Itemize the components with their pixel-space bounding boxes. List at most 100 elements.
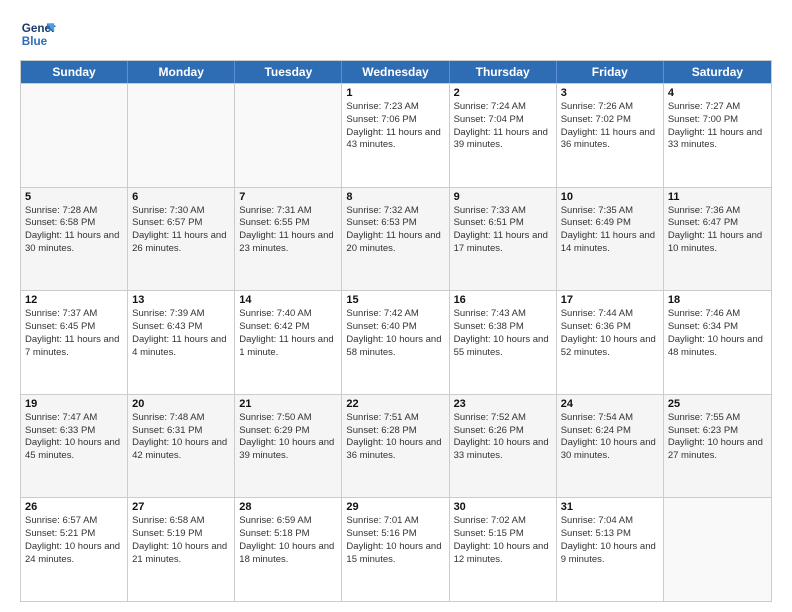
cell-content: Sunrise: 7:54 AM Sunset: 6:24 PM Dayligh… — [561, 412, 659, 463]
calendar-cell-day-17: 17Sunrise: 7:44 AM Sunset: 6:36 PM Dayli… — [557, 291, 664, 394]
cell-content: Sunrise: 6:59 AM Sunset: 5:18 PM Dayligh… — [239, 515, 337, 566]
cell-content: Sunrise: 7:23 AM Sunset: 7:06 PM Dayligh… — [346, 101, 444, 152]
calendar-cell-day-29: 29 Sunrise: 7:01 AM Sunset: 5:16 PM Dayli… — [342, 498, 449, 601]
day-number: 15 — [346, 294, 444, 306]
day-number: 4 — [668, 87, 767, 99]
day-number: 31 — [561, 501, 659, 513]
cell-content: Sunrise: 6:58 AM Sunset: 5:19 PM Dayligh… — [132, 515, 230, 566]
calendar-cell-day-1: 1Sunrise: 7:23 AM Sunset: 7:06 PM Daylig… — [342, 84, 449, 187]
cell-content: Sunrise: 7:33 AM Sunset: 6:51 PM Dayligh… — [454, 205, 552, 256]
weekday-header: Wednesday — [342, 61, 449, 83]
calendar-cell-day-6: 6Sunrise: 7:30 AM Sunset: 6:57 PM Daylig… — [128, 188, 235, 291]
calendar-cell-day-3: 3 Sunrise: 7:26 AM Sunset: 7:02 PM Daylig… — [557, 84, 664, 187]
cell-content: Sunrise: 7:27 AM Sunset: 7:00 PM Dayligh… — [668, 101, 767, 152]
calendar-cell-day-22: 22 Sunrise: 7:51 AM Sunset: 6:28 PM Dayli… — [342, 395, 449, 498]
cell-content: Sunrise: 7:28 AM Sunset: 6:58 PM Dayligh… — [25, 205, 123, 256]
cell-content: Sunrise: 7:36 AM Sunset: 6:47 PM Dayligh… — [668, 205, 767, 256]
day-number: 26 — [25, 501, 123, 513]
weekday-header: Monday — [128, 61, 235, 83]
calendar-cell-day-8: 8 Sunrise: 7:32 AM Sunset: 6:53 PM Daylig… — [342, 188, 449, 291]
calendar-cell-day-25: 25Sunrise: 7:55 AM Sunset: 6:23 PM Dayli… — [664, 395, 771, 498]
cell-content: Sunrise: 7:47 AM Sunset: 6:33 PM Dayligh… — [25, 412, 123, 463]
cell-content: Sunrise: 7:02 AM Sunset: 5:15 PM Dayligh… — [454, 515, 552, 566]
day-number: 6 — [132, 191, 230, 203]
day-number: 16 — [454, 294, 552, 306]
cell-content: Sunrise: 7:52 AM Sunset: 6:26 PM Dayligh… — [454, 412, 552, 463]
day-number: 29 — [346, 501, 444, 513]
calendar-cell-day-10: 10 Sunrise: 7:35 AM Sunset: 6:49 PM Dayli… — [557, 188, 664, 291]
day-number: 30 — [454, 501, 552, 513]
weekday-header: Friday — [557, 61, 664, 83]
calendar-cell-day-28: 28 Sunrise: 6:59 AM Sunset: 5:18 PM Dayli… — [235, 498, 342, 601]
day-number: 28 — [239, 501, 337, 513]
day-number: 2 — [454, 87, 552, 99]
calendar-row: 19Sunrise: 7:47 AM Sunset: 6:33 PM Dayli… — [21, 394, 771, 498]
cell-content: Sunrise: 6:57 AM Sunset: 5:21 PM Dayligh… — [25, 515, 123, 566]
day-number: 21 — [239, 398, 337, 410]
cell-content: Sunrise: 7:31 AM Sunset: 6:55 PM Dayligh… — [239, 205, 337, 256]
cell-content: Sunrise: 7:40 AM Sunset: 6:42 PM Dayligh… — [239, 308, 337, 359]
calendar-cell-day-11: 11Sunrise: 7:36 AM Sunset: 6:47 PM Dayli… — [664, 188, 771, 291]
day-number: 18 — [668, 294, 767, 306]
calendar-header: SundayMondayTuesdayWednesdayThursdayFrid… — [21, 61, 771, 83]
cell-content: Sunrise: 7:37 AM Sunset: 6:45 PM Dayligh… — [25, 308, 123, 359]
calendar-cell-empty — [664, 498, 771, 601]
calendar-row: 12 Sunrise: 7:37 AM Sunset: 6:45 PM Dayli… — [21, 290, 771, 394]
cell-content: Sunrise: 7:43 AM Sunset: 6:38 PM Dayligh… — [454, 308, 552, 359]
cell-content: Sunrise: 7:32 AM Sunset: 6:53 PM Dayligh… — [346, 205, 444, 256]
calendar-cell-day-30: 30 Sunrise: 7:02 AM Sunset: 5:15 PM Dayli… — [450, 498, 557, 601]
day-number: 25 — [668, 398, 767, 410]
calendar-cell-day-7: 7Sunrise: 7:31 AM Sunset: 6:55 PM Daylig… — [235, 188, 342, 291]
weekday-header: Thursday — [450, 61, 557, 83]
cell-content: Sunrise: 7:44 AM Sunset: 6:36 PM Dayligh… — [561, 308, 659, 359]
calendar-row: 26 Sunrise: 6:57 AM Sunset: 5:21 PM Dayli… — [21, 497, 771, 601]
calendar-cell-empty — [128, 84, 235, 187]
calendar-cell-day-9: 9 Sunrise: 7:33 AM Sunset: 6:51 PM Daylig… — [450, 188, 557, 291]
weekday-header: Sunday — [21, 61, 128, 83]
day-number: 8 — [346, 191, 444, 203]
cell-content: Sunrise: 7:39 AM Sunset: 6:43 PM Dayligh… — [132, 308, 230, 359]
calendar-cell-day-15: 15 Sunrise: 7:42 AM Sunset: 6:40 PM Dayli… — [342, 291, 449, 394]
calendar-cell-day-23: 23 Sunrise: 7:52 AM Sunset: 6:26 PM Dayli… — [450, 395, 557, 498]
cell-content: Sunrise: 7:42 AM Sunset: 6:40 PM Dayligh… — [346, 308, 444, 359]
cell-content: Sunrise: 7:46 AM Sunset: 6:34 PM Dayligh… — [668, 308, 767, 359]
day-number: 12 — [25, 294, 123, 306]
day-number: 14 — [239, 294, 337, 306]
cell-content: Sunrise: 7:50 AM Sunset: 6:29 PM Dayligh… — [239, 412, 337, 463]
calendar-cell-day-14: 14 Sunrise: 7:40 AM Sunset: 6:42 PM Dayli… — [235, 291, 342, 394]
weekday-header: Tuesday — [235, 61, 342, 83]
calendar-cell-day-16: 16 Sunrise: 7:43 AM Sunset: 6:38 PM Dayli… — [450, 291, 557, 394]
calendar-body: 1Sunrise: 7:23 AM Sunset: 7:06 PM Daylig… — [21, 83, 771, 601]
calendar-cell-day-5: 5Sunrise: 7:28 AM Sunset: 6:58 PM Daylig… — [21, 188, 128, 291]
cell-content: Sunrise: 7:24 AM Sunset: 7:04 PM Dayligh… — [454, 101, 552, 152]
day-number: 3 — [561, 87, 659, 99]
calendar-cell-empty — [235, 84, 342, 187]
day-number: 22 — [346, 398, 444, 410]
calendar-cell-day-18: 18 Sunrise: 7:46 AM Sunset: 6:34 PM Dayli… — [664, 291, 771, 394]
calendar-cell-day-26: 26 Sunrise: 6:57 AM Sunset: 5:21 PM Dayli… — [21, 498, 128, 601]
cell-content: Sunrise: 7:04 AM Sunset: 5:13 PM Dayligh… — [561, 515, 659, 566]
cell-content: Sunrise: 7:35 AM Sunset: 6:49 PM Dayligh… — [561, 205, 659, 256]
svg-text:Blue: Blue — [22, 35, 48, 48]
cell-content: Sunrise: 7:26 AM Sunset: 7:02 PM Dayligh… — [561, 101, 659, 152]
calendar-cell-day-21: 21 Sunrise: 7:50 AM Sunset: 6:29 PM Dayli… — [235, 395, 342, 498]
calendar-page: General Blue SundayMondayTuesdayWednesda… — [0, 0, 792, 612]
calendar-cell-day-12: 12 Sunrise: 7:37 AM Sunset: 6:45 PM Dayli… — [21, 291, 128, 394]
calendar-cell-day-13: 13 Sunrise: 7:39 AM Sunset: 6:43 PM Dayli… — [128, 291, 235, 394]
day-number: 23 — [454, 398, 552, 410]
calendar-row: 1Sunrise: 7:23 AM Sunset: 7:06 PM Daylig… — [21, 83, 771, 187]
day-number: 9 — [454, 191, 552, 203]
calendar-cell-day-2: 2 Sunrise: 7:24 AM Sunset: 7:04 PM Daylig… — [450, 84, 557, 187]
calendar-cell-day-19: 19Sunrise: 7:47 AM Sunset: 6:33 PM Dayli… — [21, 395, 128, 498]
day-number: 10 — [561, 191, 659, 203]
logo: General Blue — [20, 16, 56, 52]
day-number: 20 — [132, 398, 230, 410]
cell-content: Sunrise: 7:51 AM Sunset: 6:28 PM Dayligh… — [346, 412, 444, 463]
day-number: 13 — [132, 294, 230, 306]
cell-content: Sunrise: 7:48 AM Sunset: 6:31 PM Dayligh… — [132, 412, 230, 463]
calendar-cell-empty — [21, 84, 128, 187]
calendar-cell-day-20: 20 Sunrise: 7:48 AM Sunset: 6:31 PM Dayli… — [128, 395, 235, 498]
cell-content: Sunrise: 7:01 AM Sunset: 5:16 PM Dayligh… — [346, 515, 444, 566]
header: General Blue — [20, 16, 772, 52]
day-number: 27 — [132, 501, 230, 513]
